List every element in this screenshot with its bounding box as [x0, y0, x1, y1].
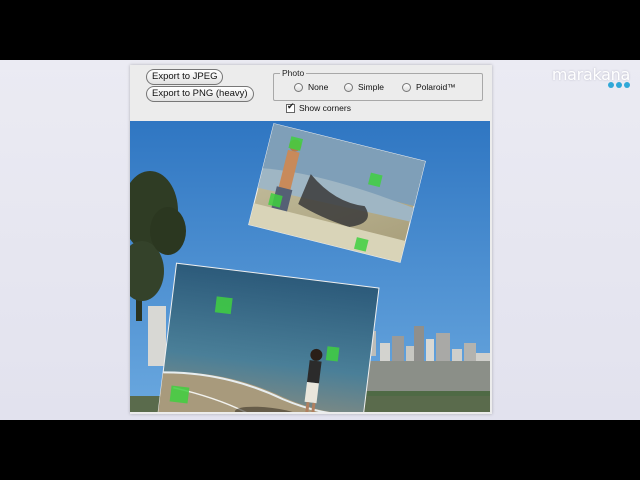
video-stage: marakana Export to JPEG Export to PNG (h…	[0, 60, 640, 420]
export-png-button[interactable]: Export to PNG (heavy)	[146, 86, 254, 102]
photo-canvas[interactable]	[130, 121, 490, 412]
toolbar: Export to JPEG Export to PNG (heavy) Pho…	[130, 65, 492, 121]
checkbox-checked-icon	[286, 102, 295, 113]
radio-polaroid-label: Polaroid™	[416, 82, 456, 92]
photo-group-label: Photo	[280, 68, 307, 78]
show-corners-checkbox[interactable]: Show corners	[286, 102, 351, 113]
radio-none-label: None	[308, 82, 329, 92]
building-left	[148, 306, 166, 366]
letterbox-top	[0, 0, 640, 60]
show-corners-label: Show corners	[299, 103, 351, 113]
radio-circle-icon	[344, 82, 353, 92]
photo-style-group: Photo None Simple Polaroid™	[273, 68, 483, 101]
photo-beach-woman[interactable]	[156, 262, 380, 412]
radio-simple-label: Simple	[358, 82, 384, 92]
export-jpeg-button[interactable]: Export to JPEG	[146, 69, 224, 85]
radio-circle-icon	[402, 82, 411, 92]
canvas-scene	[130, 121, 490, 412]
radio-circle-icon	[294, 82, 303, 92]
marakana-logo: marakana	[552, 65, 630, 88]
radio-simple[interactable]: Simple	[344, 82, 384, 92]
letterbox-bottom	[0, 420, 640, 480]
app-window: Export to JPEG Export to PNG (heavy) Pho…	[130, 65, 492, 414]
radio-none[interactable]: None	[294, 82, 328, 92]
radio-polaroid[interactable]: Polaroid™	[402, 82, 456, 92]
